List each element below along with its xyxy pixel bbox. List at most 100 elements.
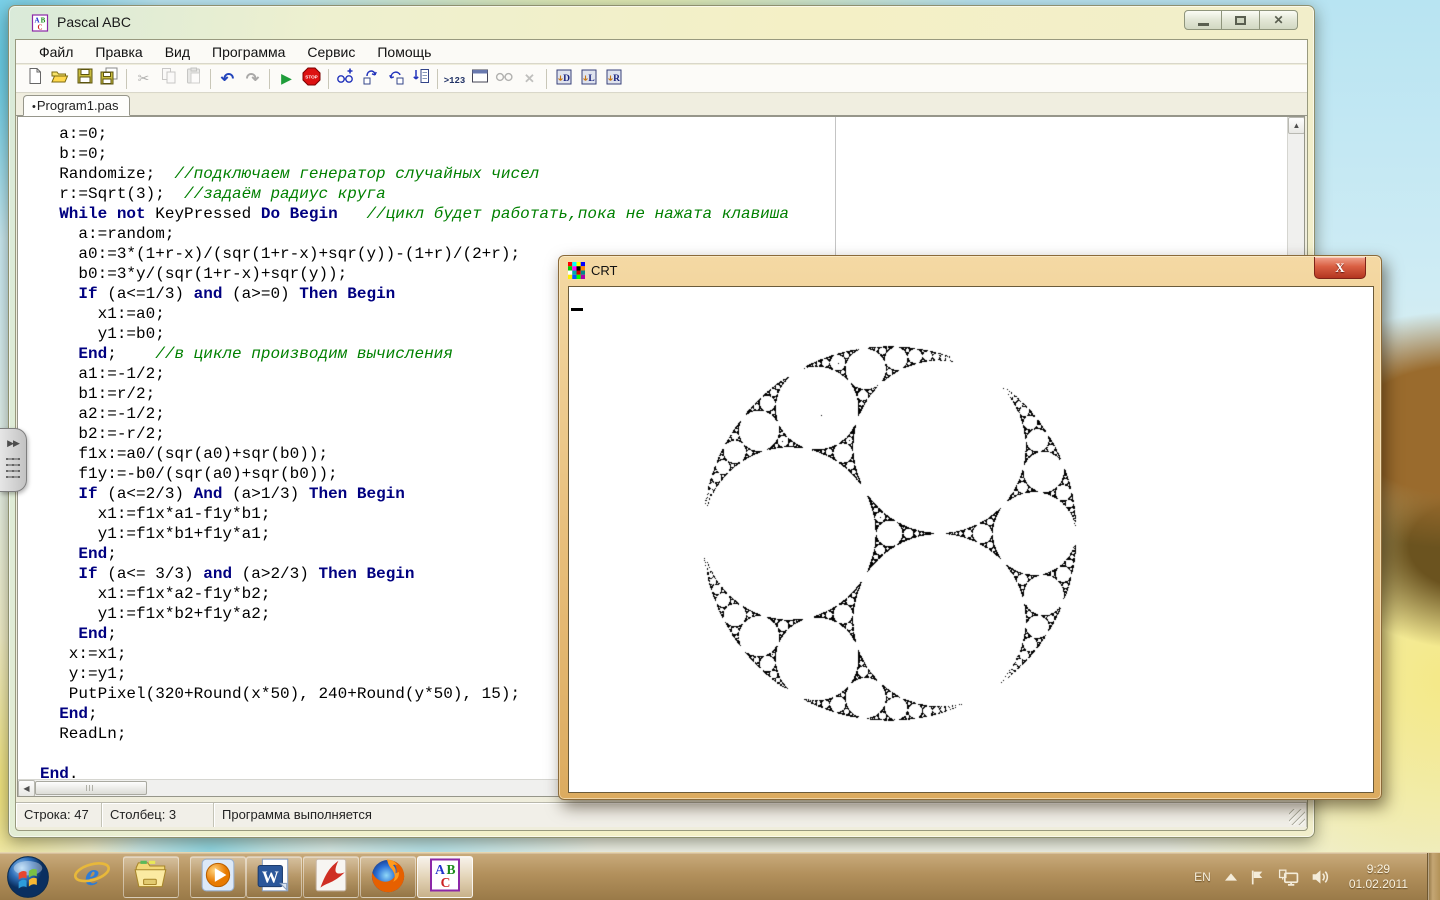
close-button[interactable]: ✕	[1260, 10, 1298, 30]
side-panel-handle[interactable]: ▶▶	[0, 428, 27, 492]
run-button[interactable]: ▶	[274, 67, 299, 91]
copy-button	[156, 67, 181, 91]
minimize-button[interactable]	[1184, 10, 1222, 30]
status-bar: Строка: 47 Столбец: 3 Программа выполняе…	[16, 802, 1307, 827]
watch-add-button[interactable]	[333, 67, 358, 91]
crt-output-area	[568, 286, 1374, 793]
step-over-icon	[362, 67, 380, 90]
menu-item-2[interactable]: Правка	[84, 41, 153, 63]
scroll-left-arrow[interactable]: ◀	[18, 780, 35, 797]
status-column: Столбец: 3	[102, 803, 214, 827]
save-all-icon	[100, 67, 119, 90]
network-icon[interactable]	[1278, 869, 1299, 886]
maximize-button[interactable]	[1222, 10, 1260, 30]
tab-program1[interactable]: •Program1.pas	[23, 95, 130, 116]
toolbar-separator	[210, 69, 211, 89]
svg-text:L: L	[588, 74, 594, 84]
system-tray: EN 9:29 01.02.2011	[1194, 853, 1426, 900]
panel-d-button[interactable]: D	[551, 67, 576, 91]
output-window-button[interactable]	[467, 67, 492, 91]
tab-label: Program1.pas	[37, 98, 119, 113]
stop-button[interactable]: STOP	[299, 67, 324, 91]
cut-icon: ✂	[138, 70, 150, 88]
redo-button: ↷	[240, 67, 265, 91]
step-over-button[interactable]	[358, 67, 383, 91]
taskbar-item-word[interactable]: W	[246, 856, 302, 898]
hscroll-thumb[interactable]	[35, 781, 147, 795]
run-icon: ▶	[281, 70, 292, 88]
taskbar-item-firefox[interactable]	[360, 856, 416, 898]
panel-l-icon: L	[579, 67, 598, 91]
menu-item-3[interactable]: Вид	[154, 41, 201, 63]
svg-text:C: C	[37, 24, 42, 32]
scroll-up-arrow[interactable]: ▲	[1288, 117, 1305, 134]
start-button[interactable]	[6, 855, 50, 899]
output-window-icon	[471, 67, 489, 90]
new-file-button[interactable]	[22, 67, 47, 91]
taskbar: e W ABC EN 9:29 01.02.2011	[0, 852, 1440, 900]
crt-close-button[interactable]: X	[1314, 257, 1366, 279]
save-all-button[interactable]	[97, 67, 122, 91]
menu-item-6[interactable]: Помощь	[366, 41, 442, 63]
clock-time: 9:29	[1349, 862, 1408, 877]
panel-d-icon: D	[554, 67, 573, 91]
word-icon: W	[255, 856, 293, 899]
menu-item-1[interactable]: Файл	[28, 41, 84, 63]
show-desktop-button[interactable]	[1427, 853, 1440, 900]
watch-add-icon	[336, 67, 355, 90]
title-bar[interactable]: ABC Pascal ABC ✕	[9, 6, 1314, 39]
taskbar-item-pascal-abc[interactable]: ABC	[417, 856, 473, 898]
code-line-6: a:=random;	[40, 224, 1287, 244]
save-file-button[interactable]	[72, 67, 97, 91]
hscroll-grip	[86, 785, 95, 791]
paste-icon	[185, 67, 203, 90]
panel-l-button[interactable]: L	[576, 67, 601, 91]
status-message: Программа выполняется	[214, 803, 1307, 827]
modified-marker: •	[32, 101, 36, 113]
menu-item-4[interactable]: Программа	[201, 41, 296, 63]
menu-item-5[interactable]: Сервис	[296, 41, 366, 63]
watch-window-icon	[495, 67, 514, 90]
status-line: Строка: 47	[16, 803, 102, 827]
action-center-flag-icon[interactable]	[1249, 869, 1266, 886]
toolbar-separator	[437, 69, 438, 89]
resize-grip[interactable]	[1289, 809, 1305, 825]
open-file-button[interactable]	[47, 67, 72, 91]
taskbar-item-media-player[interactable]	[190, 856, 246, 898]
expr-eval-button[interactable]: >123	[442, 67, 467, 91]
volume-icon[interactable]	[1311, 869, 1331, 885]
step-out-button[interactable]	[383, 67, 408, 91]
close-icon: ✕	[1273, 13, 1283, 27]
desktop-wallpaper: ABC Pascal ABC ✕ ФайлПравкаВидПрограммаС…	[0, 0, 1440, 900]
caption-buttons: ✕	[1184, 10, 1298, 30]
code-line-3: Randomize; //подключаем генератор случай…	[40, 164, 1287, 184]
close-window-button: ✕	[517, 67, 542, 91]
tab-bar: •Program1.pas	[16, 94, 1307, 116]
undo-button[interactable]: ↶	[215, 67, 240, 91]
clock-date: 01.02.2011	[1349, 877, 1408, 892]
clock[interactable]: 9:29 01.02.2011	[1349, 862, 1408, 892]
language-indicator[interactable]: EN	[1194, 870, 1211, 884]
undo-icon: ↶	[221, 69, 234, 89]
expr-eval-icon: >123	[444, 70, 466, 88]
taskbar-item-adobe-reader[interactable]	[303, 856, 359, 898]
step-out-icon	[387, 67, 405, 90]
crt-title-bar[interactable]: CRT X	[559, 256, 1381, 286]
watch-window-button	[492, 67, 517, 91]
windows-explorer-icon	[132, 856, 170, 899]
hidden-icons-chevron-icon[interactable]	[1225, 873, 1237, 881]
toolbar-separator	[546, 69, 547, 89]
step-into-button[interactable]	[408, 67, 433, 91]
svg-text:D: D	[563, 74, 570, 84]
toolbar-separator	[126, 69, 127, 89]
pascal-abc-icon: ABC	[427, 857, 463, 898]
paste-button	[181, 67, 206, 91]
panel-r-button[interactable]: R	[601, 67, 626, 91]
internet-explorer-icon: e	[72, 855, 112, 900]
taskbar-item-internet-explorer[interactable]: e	[70, 856, 114, 898]
window-title: Pascal ABC	[57, 14, 131, 30]
taskbar-item-windows-explorer[interactable]	[123, 856, 179, 898]
panel-r-icon: R	[604, 67, 623, 91]
new-file-icon	[26, 67, 44, 90]
svg-text:e: e	[85, 856, 99, 892]
